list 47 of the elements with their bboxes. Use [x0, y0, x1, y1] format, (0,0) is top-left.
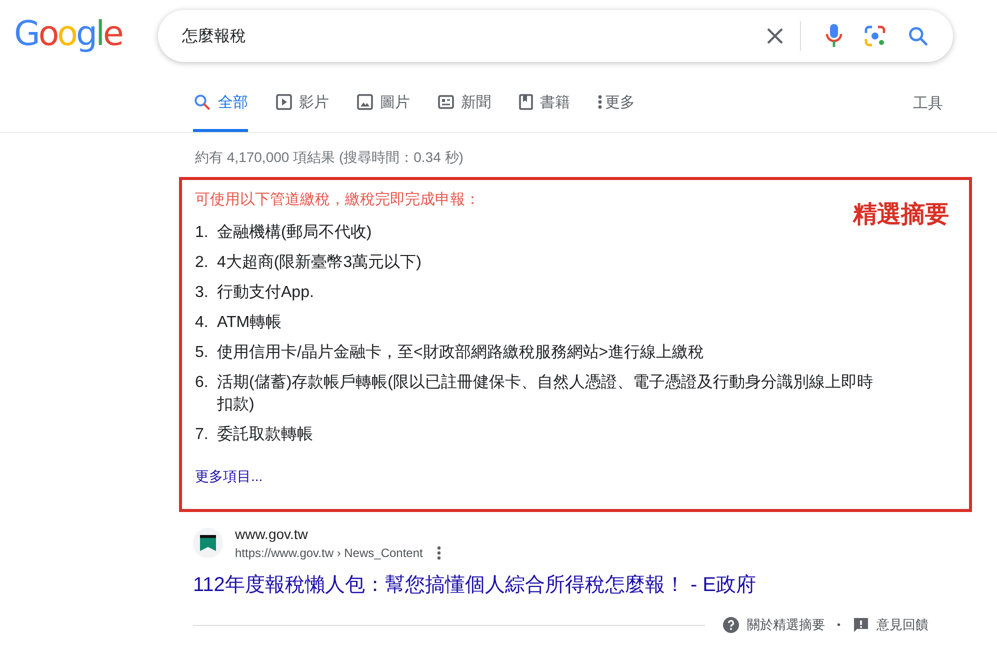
newspaper-icon — [438, 94, 454, 110]
image-icon — [357, 94, 373, 110]
result-url: https://www.gov.tw › News_Content — [235, 545, 423, 562]
list-number: 5. — [195, 343, 210, 363]
list-number: 4. — [195, 313, 210, 333]
result-stats: 約有 4,170,000 項結果 (搜尋時間：0.34 秒) — [194, 148, 464, 163]
book-icon — [519, 94, 533, 110]
close-icon[interactable] — [766, 27, 784, 45]
feedback-link[interactable]: 意見回饋 — [876, 616, 929, 634]
separator-dot: • — [837, 620, 841, 630]
search-icon[interactable] — [907, 25, 929, 47]
annotation-label: 精選摘要 — [853, 200, 949, 230]
microphone-icon[interactable] — [825, 23, 843, 49]
list-number: 1. — [195, 223, 210, 243]
play-icon — [276, 94, 292, 110]
list-number: 7. — [195, 425, 210, 445]
more-icon — [598, 94, 602, 110]
more-icon[interactable] — [436, 546, 441, 560]
flag-icon — [199, 534, 217, 552]
search-tab[interactable]: 圖片 — [357, 72, 410, 132]
google-logo[interactable]: Google — [14, 14, 158, 54]
site-name: www.gov.tw — [235, 525, 309, 544]
search-tab[interactable]: 書籍 — [519, 72, 570, 132]
list-item-text: 委託取款轉帳 — [217, 424, 314, 445]
camera-icon[interactable] — [863, 24, 887, 48]
search-tab[interactable]: 新聞 — [438, 72, 491, 132]
result-title-link[interactable]: 112年度報稅懶人包：幫您搞懂個人綜合所得稅怎麼報！ - E政府 — [193, 571, 756, 598]
list-item-text: 使用信用卡/晶片金融卡，至<財政部網路繳稅服務網站>進行線上繳稅 — [217, 342, 706, 363]
list-number: 6. — [195, 373, 210, 393]
list-item-text: 行動支付App. — [217, 282, 315, 303]
about-link[interactable]: 關於精選摘要 — [747, 616, 825, 634]
list-number: 3. — [195, 283, 210, 303]
more-items-link[interactable]: 更多項目... — [195, 468, 263, 486]
snippet-heading: 可使用以下管道繳稅，繳稅完即完成申報： — [195, 190, 481, 209]
list-item-text: 金融機構(郵局不代收) — [217, 222, 373, 243]
search-field[interactable]: 怎麼報稅 — [182, 26, 766, 46]
list-item-text: 活期(儲蓄)存款帳戶轉帳(限以已註冊健保卡、自然人憑證、電子憑證及行動身分識別線上即時扣款) — [217, 372, 874, 415]
search-tab[interactable]: 全部 — [193, 72, 248, 132]
search-tab[interactable]: 更多 — [598, 72, 635, 132]
help-icon[interactable] — [723, 617, 739, 633]
list-item-text: ATM轉帳 — [217, 313, 283, 333]
search-tab[interactable]: 影片 — [276, 72, 329, 132]
tools-button[interactable]: 工具 — [913, 72, 943, 132]
search-icon — [193, 93, 211, 111]
feedback-icon[interactable] — [852, 617, 869, 633]
list-number: 2. — [195, 253, 210, 273]
list-item-text: 4大超商(限新臺幣3萬元以下) — [217, 252, 422, 273]
